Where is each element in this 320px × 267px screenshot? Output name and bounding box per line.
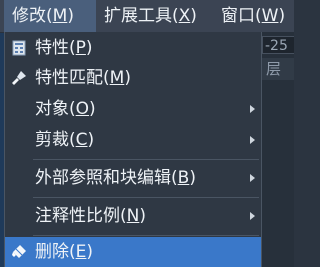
modify-dropdown-menu: 特性(P) 特性匹配(M) 对象(O) 剪裁(C) 外部参照和块编辑(B) 注释… <box>4 32 262 267</box>
menu-window-label-end: ) <box>278 6 286 26</box>
menu-item-properties[interactable]: 特性(P) <box>5 33 261 63</box>
background-layer-label: 层 <box>262 58 294 80</box>
submenu-arrow-icon <box>250 136 255 144</box>
menu-express-hotkey: X <box>178 6 191 26</box>
submenu-arrow-icon <box>250 174 255 182</box>
menu-item-object[interactable]: 对象(O) <box>5 94 261 124</box>
menu-modify-label-end: ) <box>67 6 74 26</box>
menu-separator <box>33 235 259 236</box>
properties-icon <box>11 40 27 56</box>
paintbrush-icon <box>11 70 27 86</box>
menu-modify-hotkey: M <box>52 6 68 26</box>
menu-item-label: 剪裁(C) <box>35 130 95 150</box>
menu-item-label: 特性匹配(M) <box>35 68 131 88</box>
menu-item-annotative-scale[interactable]: 注释性比例(N) <box>5 201 261 231</box>
eraser-icon <box>11 244 27 260</box>
menu-express-label: 扩展工具( <box>104 6 179 26</box>
menu-bar: 修改(M) 扩展工具(X) 窗口(W) <box>0 0 294 33</box>
menu-item-match-properties[interactable]: 特性匹配(M) <box>5 63 261 93</box>
menu-item-clip[interactable]: 剪裁(C) <box>5 125 261 155</box>
menu-item-label: 外部参照和块编辑(B) <box>35 168 196 188</box>
menu-window-hotkey: W <box>261 6 279 26</box>
menu-express-label-end: ) <box>190 6 197 26</box>
menu-modify-label: 修改( <box>12 6 53 26</box>
background-value-field[interactable]: -25 <box>262 36 294 54</box>
menu-separator <box>33 197 259 198</box>
menu-item-label: 特性(P) <box>35 38 93 58</box>
menu-modify[interactable]: 修改(M) <box>4 0 96 32</box>
menu-item-erase[interactable]: 删除(E) <box>5 237 261 267</box>
menu-item-xref-block-edit[interactable]: 外部参照和块编辑(B) <box>5 163 261 193</box>
submenu-arrow-icon <box>250 212 255 220</box>
menu-window[interactable]: 窗口(W) <box>213 0 293 32</box>
menu-window-label: 窗口( <box>221 6 262 26</box>
submenu-arrow-icon <box>250 105 255 113</box>
menu-item-label: 删除(E) <box>35 242 94 262</box>
menu-item-label: 注释性比例(N) <box>35 206 146 226</box>
menu-separator <box>33 159 259 160</box>
menu-express-tools[interactable]: 扩展工具(X) <box>96 0 205 32</box>
menu-item-label: 对象(O) <box>35 99 96 119</box>
